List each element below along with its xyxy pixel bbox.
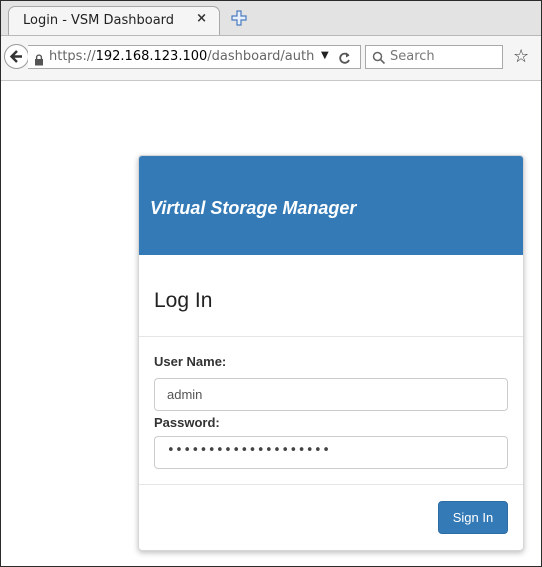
back-button[interactable]: [4, 44, 29, 69]
password-field[interactable]: ••••••••••••••••••••: [154, 436, 508, 469]
bookmark-star-icon[interactable]: ☆: [513, 46, 529, 67]
url-scheme: https://: [49, 49, 96, 64]
url-host: 192.168.123.100: [95, 49, 208, 64]
tab-title: Login - VSM Dashboard: [23, 13, 175, 28]
address-bar[interactable]: https://192.168.123.100/dashboard/auth ▼: [28, 45, 361, 69]
back-arrow-icon: [9, 50, 22, 63]
lock-icon: [34, 51, 44, 70]
tab-login[interactable]: Login - VSM Dashboard ×: [8, 6, 220, 35]
login-heading: Log In: [154, 289, 213, 312]
username-label: User Name:: [154, 354, 227, 369]
password-label: Password:: [154, 415, 220, 430]
tab-strip: Login - VSM Dashboard ×: [1, 1, 541, 36]
url-text: https://192.168.123.100/dashboard/auth: [49, 49, 314, 64]
search-icon: [372, 50, 386, 69]
url-dropdown-icon[interactable]: ▼: [321, 50, 329, 61]
url-path: /dashboard/auth: [207, 49, 314, 64]
panel-header: Virtual Storage Manager: [139, 156, 523, 255]
username-field[interactable]: admin: [154, 378, 508, 411]
login-panel: Virtual Storage Manager Log In User Name…: [138, 155, 524, 551]
new-tab-icon[interactable]: [230, 9, 248, 27]
reload-icon[interactable]: [338, 48, 351, 69]
footer-divider: [139, 484, 523, 485]
tab-close-icon[interactable]: ×: [196, 11, 207, 26]
sign-in-button[interactable]: Sign In: [438, 501, 508, 534]
browser-window: Login - VSM Dashboard × https://192.168.…: [0, 0, 542, 567]
search-placeholder: Search: [390, 49, 435, 64]
heading-divider: [139, 336, 523, 337]
brand-title: Virtual Storage Manager: [150, 198, 357, 218]
password-value: ••••••••••••••••••••: [167, 443, 331, 458]
search-bar[interactable]: Search: [365, 45, 503, 69]
username-value: admin: [167, 387, 203, 402]
navigation-bar: https://192.168.123.100/dashboard/auth ▼…: [1, 36, 541, 81]
page-content: Virtual Storage Manager Log In User Name…: [1, 81, 541, 566]
